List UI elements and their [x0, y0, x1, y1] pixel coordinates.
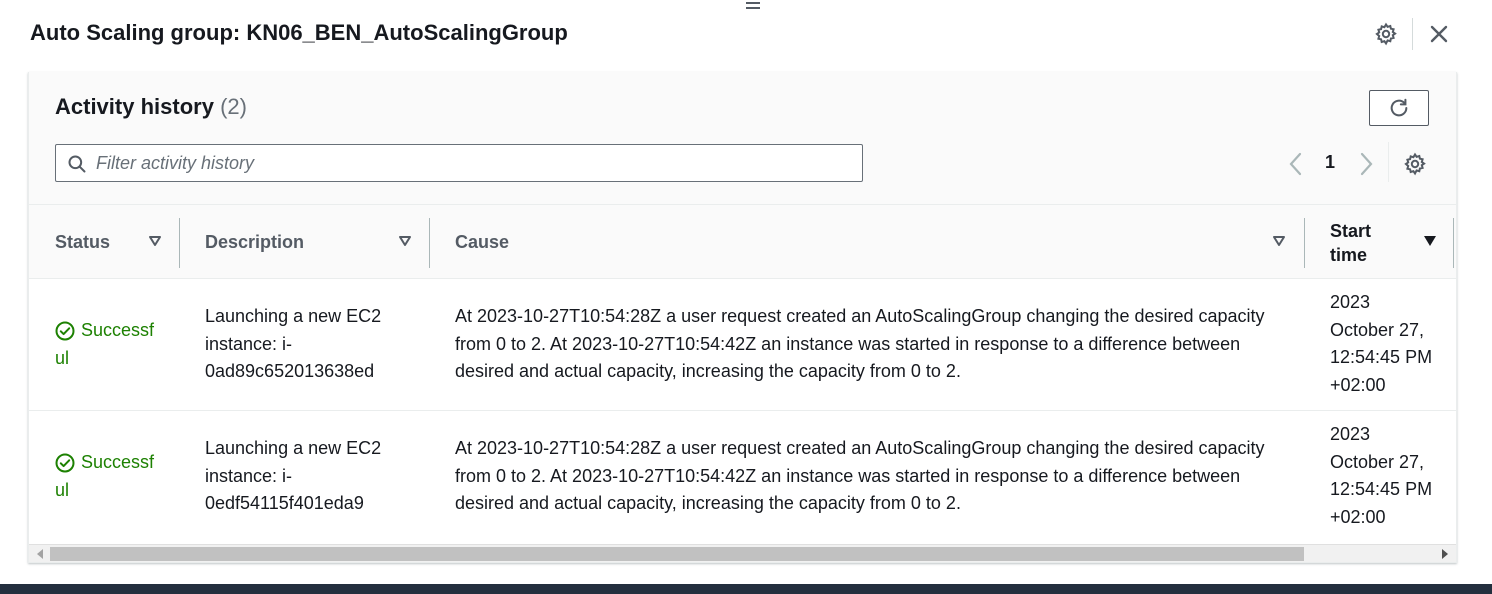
start-time-line: October 27, [1330, 319, 1425, 340]
cause-line: desired and actual capacity, increasing … [455, 361, 961, 381]
status-text-wrap: ul [55, 347, 70, 368]
status-successful: Successf ul [55, 449, 154, 504]
activity-history-card: Activity history (2) 1 Status Descriptio… [28, 72, 1457, 563]
search-icon [68, 155, 86, 173]
description-line: instance: i- [205, 465, 293, 486]
column-header-start-time[interactable]: Start time [1330, 219, 1371, 267]
column-header-status[interactable]: Status [55, 232, 110, 253]
column-divider[interactable] [1453, 218, 1454, 268]
sort-icon[interactable] [398, 235, 412, 247]
description-line: instance: i- [205, 333, 293, 354]
column-divider[interactable] [1304, 218, 1305, 268]
success-check-icon [55, 321, 75, 341]
start-time-label-line1: Start [1330, 221, 1372, 241]
cause-line: At 2023-10-27T10:54:28Z a user request c… [455, 438, 1265, 458]
filter-activity-search[interactable] [55, 144, 863, 182]
cause-line: desired and actual capacity, increasing … [455, 493, 961, 513]
scroll-left-arrow-icon[interactable] [37, 549, 43, 559]
start-time-line: 2023 [1330, 292, 1371, 312]
cause-line: At 2023-10-27T10:54:28Z a user request c… [455, 306, 1265, 326]
status-text-wrap: ul [55, 479, 70, 500]
description-line: Launching a new EC2 [205, 306, 382, 326]
description-line: 0edf54115f401eda9 [205, 493, 364, 513]
chevron-left-icon[interactable] [1287, 150, 1305, 178]
start-time-line: October 27, [1330, 451, 1425, 472]
scrollbar-thumb[interactable] [50, 547, 1304, 561]
sort-icon[interactable] [148, 235, 162, 247]
start-time-cell: 2023 October 27, 12:54:45 PM +02:00 [1330, 289, 1432, 399]
start-time-line: +02:00 [1330, 506, 1386, 527]
filter-activity-input[interactable] [96, 145, 846, 181]
success-check-icon [55, 453, 75, 473]
cause-cell: At 2023-10-27T10:54:28Z a user request c… [455, 435, 1265, 518]
table-settings-gear-icon[interactable] [1403, 152, 1427, 176]
page-number[interactable]: 1 [1325, 152, 1335, 173]
activity-history-heading: Activity history (2) [55, 94, 247, 120]
header-divider [1412, 18, 1413, 50]
column-header-cause[interactable]: Cause [455, 232, 509, 253]
sort-icon-active[interactable] [1423, 235, 1437, 247]
column-divider[interactable] [429, 218, 430, 268]
start-time-line: 12:54:45 PM [1330, 347, 1433, 367]
close-icon[interactable] [1427, 22, 1451, 46]
column-divider[interactable] [179, 218, 180, 268]
row-divider [29, 410, 1456, 411]
activity-history-title: Activity history [55, 94, 214, 119]
scroll-right-arrow-icon[interactable] [1442, 549, 1448, 559]
footer-bar [0, 584, 1492, 594]
pager-divider [1388, 142, 1389, 182]
start-time-cell: 2023 October 27, 12:54:45 PM +02:00 [1330, 421, 1432, 531]
horizontal-scrollbar[interactable] [29, 544, 1456, 562]
chevron-right-icon[interactable] [1357, 150, 1375, 178]
description-line: Launching a new EC2 [205, 438, 382, 458]
start-time-line: 2023 [1330, 424, 1371, 444]
refresh-button[interactable] [1369, 90, 1429, 126]
cause-line: from 0 to 2. At 2023-10-27T10:54:42Z an … [455, 465, 1241, 486]
activity-history-count: (2) [220, 94, 247, 119]
column-header-description[interactable]: Description [205, 232, 304, 253]
cause-line: from 0 to 2. At 2023-10-27T10:54:42Z an … [455, 333, 1241, 354]
drag-handle-icon[interactable] [746, 2, 760, 12]
cause-cell: At 2023-10-27T10:54:28Z a user request c… [455, 303, 1265, 386]
start-time-line: 12:54:45 PM [1330, 479, 1433, 499]
start-time-label-line2: time [1330, 245, 1368, 265]
start-time-line: +02:00 [1330, 374, 1386, 395]
activity-table: Status Description Cause Start time Succ… [29, 204, 1456, 545]
description-cell: Launching a new EC2 instance: i- 0ad89c6… [205, 303, 381, 386]
refresh-icon [1390, 98, 1408, 117]
status-successful: Successf ul [55, 317, 154, 372]
panel-title: Auto Scaling group: KN06_BEN_AutoScaling… [30, 20, 568, 45]
description-line: 0ad89c652013638ed [205, 361, 375, 381]
description-cell: Launching a new EC2 instance: i- 0edf541… [205, 435, 381, 518]
gear-icon[interactable] [1374, 22, 1398, 46]
sort-icon[interactable] [1272, 235, 1286, 247]
